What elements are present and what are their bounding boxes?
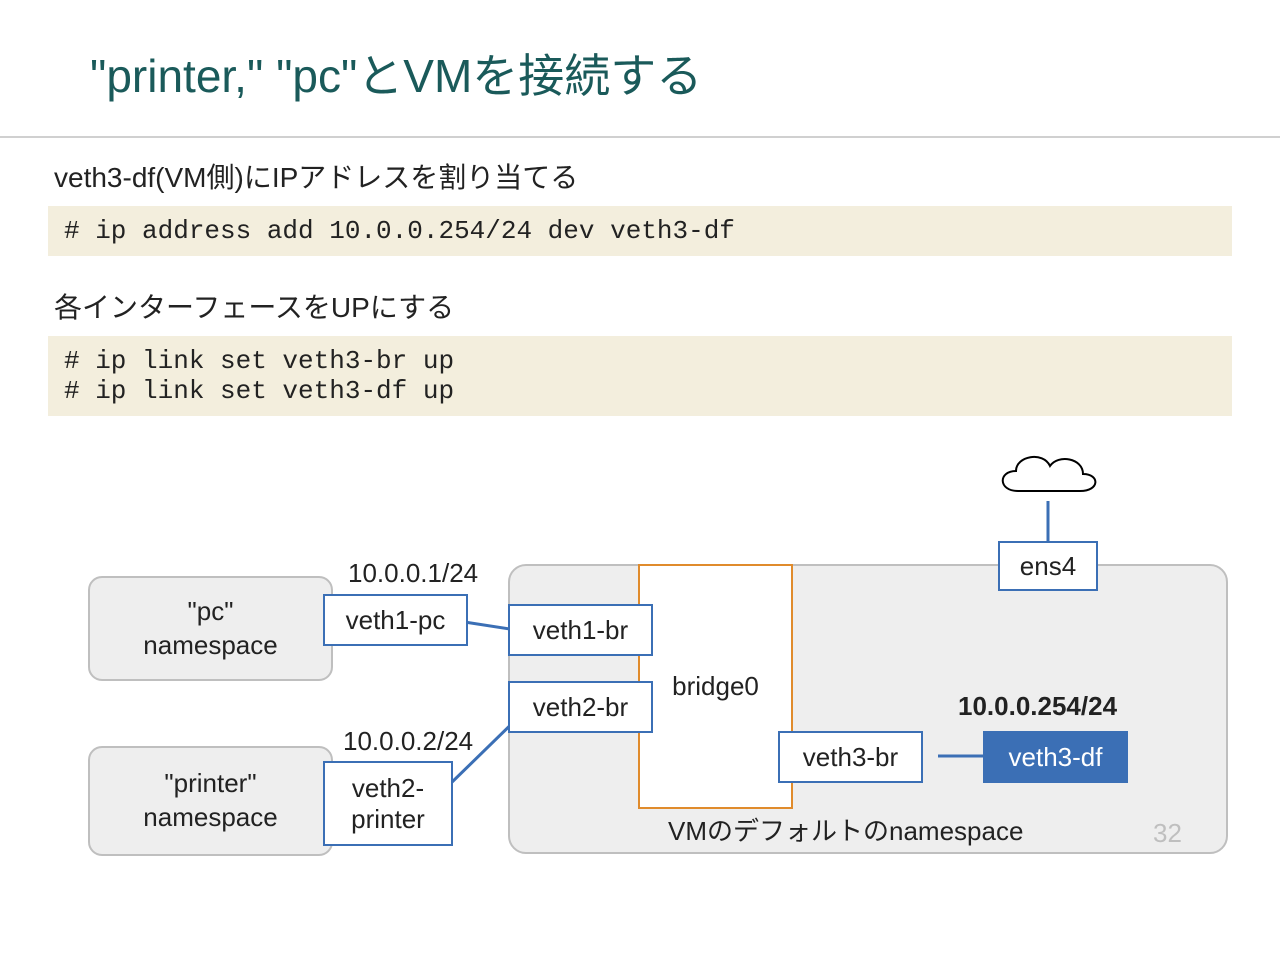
veth1-br-box: veth1-br	[508, 604, 653, 656]
ens4-box: ens4	[998, 541, 1098, 591]
paragraph-1: veth3-df(VM側)にIPアドレスを割り当てる	[54, 156, 1232, 196]
code-block-1: # ip address add 10.0.0.254/24 dev veth3…	[48, 206, 1232, 256]
ip-label-1: 10.0.0.1/24	[348, 558, 478, 589]
veth1-pc-box: veth1-pc	[323, 594, 468, 646]
printer-namespace-box: "printer" namespace	[88, 746, 333, 856]
slide-title: "printer," "pc"とVMを接続する	[0, 0, 1280, 136]
network-diagram: "pc" namespace "printer" namespace veth1…	[48, 446, 1232, 876]
veth3-df-box: veth3-df	[983, 731, 1128, 783]
veth2-br-box: veth2-br	[508, 681, 653, 733]
veth2-printer-box: veth2- printer	[323, 761, 453, 846]
vm-caption: VMのデフォルトのnamespace	[668, 811, 1023, 848]
veth3-br-box: veth3-br	[778, 731, 923, 783]
ip-label-3: 10.0.0.254/24	[958, 691, 1117, 722]
bridge0-box: bridge0	[638, 564, 793, 809]
pc-namespace-box: "pc" namespace	[88, 576, 333, 681]
code-block-2: # ip link set veth3-br up # ip link set …	[48, 336, 1232, 416]
page-number: 32	[1153, 818, 1182, 849]
cloud-icon	[988, 446, 1108, 506]
paragraph-2: 各インターフェースをUPにする	[54, 286, 1232, 326]
ip-label-2: 10.0.0.2/24	[343, 726, 473, 757]
